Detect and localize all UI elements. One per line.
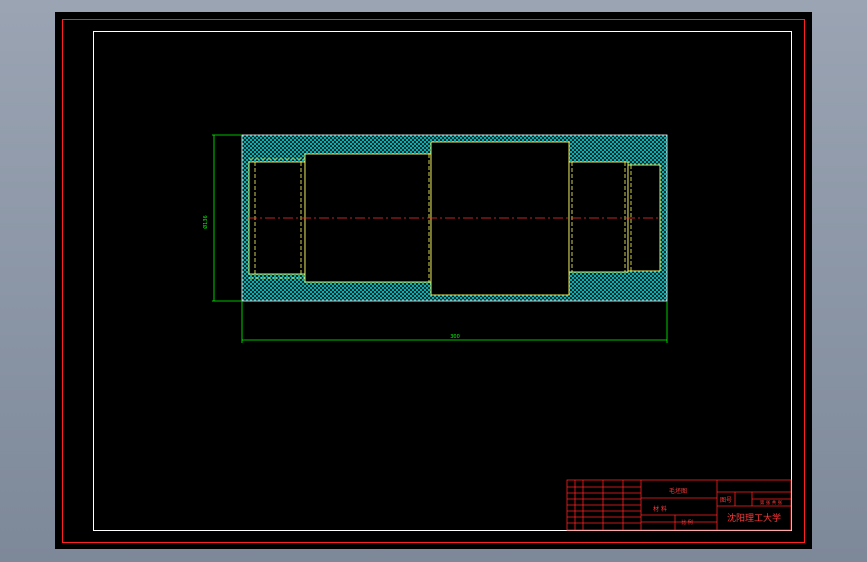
sheet-info: 第 张 共 张 — [760, 499, 783, 506]
cad-canvas: Ø136 300 毛坯图 材 料 比 例 图号 第 张 共 张 沈阳理工大学 — [62, 19, 805, 543]
dim-length-label: 300 — [450, 334, 460, 340]
dimension-height — [212, 134, 242, 302]
drawing-no-label: 图号 — [720, 497, 732, 504]
part-name: 毛坯图 — [669, 487, 687, 495]
bore-step-4 — [568, 161, 629, 273]
bore-step-3 — [430, 141, 570, 296]
school-name: 沈阳理工大学 — [727, 512, 781, 524]
workpiece-section — [241, 134, 668, 302]
dim-height-label: Ø136 — [202, 215, 209, 228]
drawing-sheet: Ø136 300 毛坯图 材 料 比 例 图号 第 张 共 张 沈阳理工大学 — [55, 12, 812, 549]
material-label: 材 料 — [653, 505, 667, 513]
scale-label: 比 例 — [681, 519, 693, 526]
